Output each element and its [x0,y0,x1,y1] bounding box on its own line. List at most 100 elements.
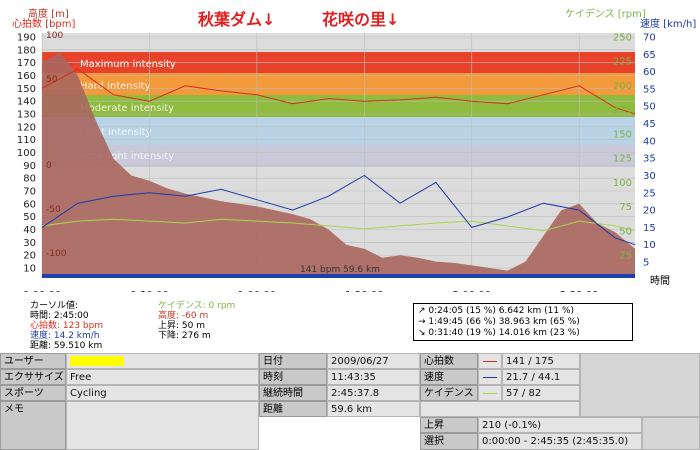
time-ticks: 0:00:00 0:30:00 1:00:00 1:30:00 2:00:00 2:30:… [23,290,599,292]
altitude-tick-label: 90 [23,161,36,172]
altitude-tick-label: 130 [17,110,36,121]
selection-row-up: ↗ 0:24:05 (15 %) 6.642 km (11 %) [418,306,575,316]
selection-row-flat: → 1:49:45 (66 %) 38.963 km (65 %) [418,317,580,327]
speed-tick-label: 5 [643,258,649,269]
cadence-tick-label: 250 [613,33,632,44]
speed-tick-label: 45 [643,119,656,130]
altitude-tick-label: 20 [23,251,36,262]
ascent-value: 210 (-0.1%) [478,417,642,433]
cursor-ascent: 上昇: 50 m [158,321,205,331]
cadence-tick-label: 200 [613,81,632,92]
selection-row-down: ↘ 0:31:40 (19 %) 14.016 km (23 %) [418,328,580,338]
filler-bottom-right [642,417,700,450]
altitude-tick-label: 50 [23,212,36,223]
cadence-tick-label: 225 [613,57,632,68]
selection-summary: ↗ 0:24:05 (15 %) 6.642 km (11 %) → 1:49:… [413,303,633,341]
time-tick-label: 2:00:00 [452,290,491,292]
user-label: ユーザー [0,353,66,369]
date-value: 2009/06/27 [327,353,420,369]
distance-label: 距離 [259,401,327,417]
time-value: 11:43:35 [327,369,420,385]
altitude-tick-label: 40 [23,225,36,236]
cursor-descent: 下降: 276 m [158,331,211,341]
zone-moderate-label: Moderate intensity [80,103,174,114]
exercise-value[interactable]: Free [66,369,259,385]
speed-value: 21.7 / 44.1 [502,369,580,385]
zone-maximum-label: Maximum intensity [80,59,176,70]
duration-label: 継続時間 [259,385,327,401]
speed-tick-label: 55 [643,84,656,95]
intensity-zones: Maximum intensity Hard intensity Moderat… [42,52,635,167]
speed-tick-label: 10 [643,240,656,251]
memo-value[interactable] [66,401,259,450]
cadence-tick-label: 100 [613,178,632,189]
sport-value[interactable]: Cycling [66,385,259,401]
baseline-text: 141 bpm 59.6 km [300,265,380,275]
altitude-tick-label: 170 [17,58,36,69]
heart-tick-label: -50 [46,205,61,215]
altitude-ticks: 190180 170 160 150 140 130120 110 100 90 80 7060 50… [17,33,36,275]
cadence-axis-label: ケイデンス [rpm] [565,7,646,20]
annotation-akiha-dam: 秋葉ダム↓ [198,10,275,29]
altitude-tick-label: 140 [17,97,36,108]
filler-right [580,353,700,417]
cursor-heart: 心拍数: 123 bpm [30,321,104,331]
distance-value: 59.6 km [327,401,420,417]
annotation-hanasaki-no-sato: 花咲の里↓ [322,10,399,29]
cursor-distance: 距離: 59.510 km [30,341,103,351]
exercise-label: エクササイズ [0,369,66,385]
select-value: 0:00:00 - 2:45:35 (2:45:35.0) [478,433,642,450]
altitude-tick-label: 190 [17,33,36,44]
cadence-tick-label: 150 [613,129,632,140]
hr-label: 心拍数 [420,353,478,369]
sport-label: スポーツ [0,385,66,401]
time-axis-label: 時間 [650,275,670,287]
cadence-label: ケイデンス [420,385,478,401]
cursor-cadence: ケイデンス: 0 rpm [158,301,236,311]
time-tick-label: 2:30:00 [560,290,599,292]
speed-tick-label: 60 [643,67,656,78]
zone-hard-label: Hard intensity [80,81,151,92]
heart-tick-label: 50 [46,75,58,85]
altitude-tick-label: 110 [17,135,36,146]
cadence-legend [478,385,502,401]
user-value[interactable] [66,353,259,369]
speed-tick-label: 25 [643,188,656,199]
cadence-value: 57 / 82 [502,385,580,401]
altitude-tick-label: 70 [23,187,36,198]
time-label: 時刻 [259,369,327,385]
speed-tick-label: 15 [643,223,656,234]
altitude-tick-label: 80 [23,174,36,185]
cursor-altitude: 高度: -60 m [158,311,209,321]
heart-tick-label: 0 [46,161,52,171]
speed-tick-label: 65 [643,50,656,61]
speed-axis-label: 速度 [km/h] [640,17,696,30]
heart-tick-label: -100 [46,249,67,259]
speed-tick-label: 20 [643,206,656,217]
speed-tick-label: 70 [643,33,656,44]
altitude-tick-label: 30 [23,238,36,249]
cadence-tick-label: 125 [613,154,632,165]
heart-axis-label: 心拍数 [bpm] [12,17,76,30]
time-tick-label: 0:30:00 [130,290,169,292]
altitude-tick-label: 160 [17,71,36,82]
cursor-time: 時間: 2:45:00 [30,311,89,321]
blank-cell [420,401,580,417]
summary-table: ユーザー エクササイズ Free スポーツ Cycling メモ 日付 2009… [0,353,700,450]
cadence-tick-label: 50 [619,226,632,237]
ascent-label: 上昇 [420,417,478,433]
cadence-tick-label: 175 [613,105,632,116]
memo-label: メモ [0,401,66,450]
heart-tick-label: 100 [46,31,63,41]
hr-legend [478,353,502,369]
time-tick-label: 1:00:00 [238,290,277,292]
altitude-tick-label: 180 [17,45,36,56]
speed-tick-label: 50 [643,102,656,113]
duration-value: 2:45:37.8 [327,385,420,401]
cursor-label: カーソル値: [30,301,79,311]
speed-legend [478,369,502,385]
speed-ticks: 70 65 60 55 50 45 40 35 30 25 20 15 10 5 [643,33,656,269]
cadence-tick-label: 75 [619,202,632,213]
time-tick-label: 0:00:00 [23,290,62,292]
speed-tick-label: 30 [643,171,656,182]
